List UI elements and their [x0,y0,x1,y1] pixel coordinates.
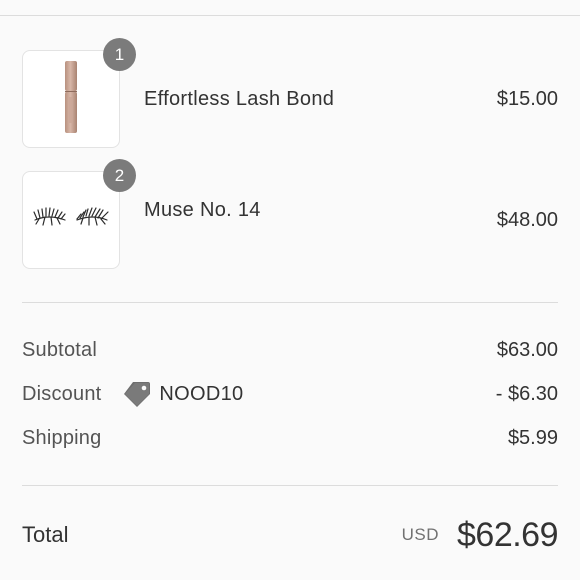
subtotal-row: Subtotal $63.00 [22,335,558,365]
product-price: $48.00 [496,209,558,231]
items-divider [22,302,558,303]
subtotal-label: Subtotal [22,338,97,361]
total-label: Total [22,522,69,547]
shipping-row: Shipping $5.99 [22,423,558,453]
total-row: Total USD $62.69 [22,512,559,558]
order-summary: 1 Effortless Lash Bond $15.00 2 Muse No.… [0,0,580,580]
shipping-label: Shipping [22,426,102,449]
discount-row: Discount NOOD10 - $6.30 [22,379,558,409]
summary-divider [22,485,558,486]
currency-code: USD [401,525,439,544]
product-thumbnail [22,50,120,148]
line-item: 1 Effortless Lash Bond $15.00 [22,38,558,150]
discount-value: - $6.30 [495,382,558,405]
discount-label: Discount [22,382,102,405]
quantity-badge: 2 [103,159,136,192]
subtotal-value: $63.00 [496,338,558,361]
line-item: 2 Muse No. 14 $48.00 [22,159,558,271]
product-name: Effortless Lash Bond [144,88,335,110]
product-price: $15.00 [496,88,558,110]
quantity-badge: 1 [103,38,136,71]
product-name: Muse No. 14 [144,199,261,221]
total-amount: $62.69 [457,515,559,554]
lash-bond-tube-icon [64,60,78,138]
shipping-value: $5.99 [507,426,558,449]
product-thumbnail [22,171,120,269]
tag-icon [123,380,151,408]
discount-code: NOOD10 [159,382,244,405]
false-lashes-icon [31,206,111,235]
top-divider [0,15,580,16]
